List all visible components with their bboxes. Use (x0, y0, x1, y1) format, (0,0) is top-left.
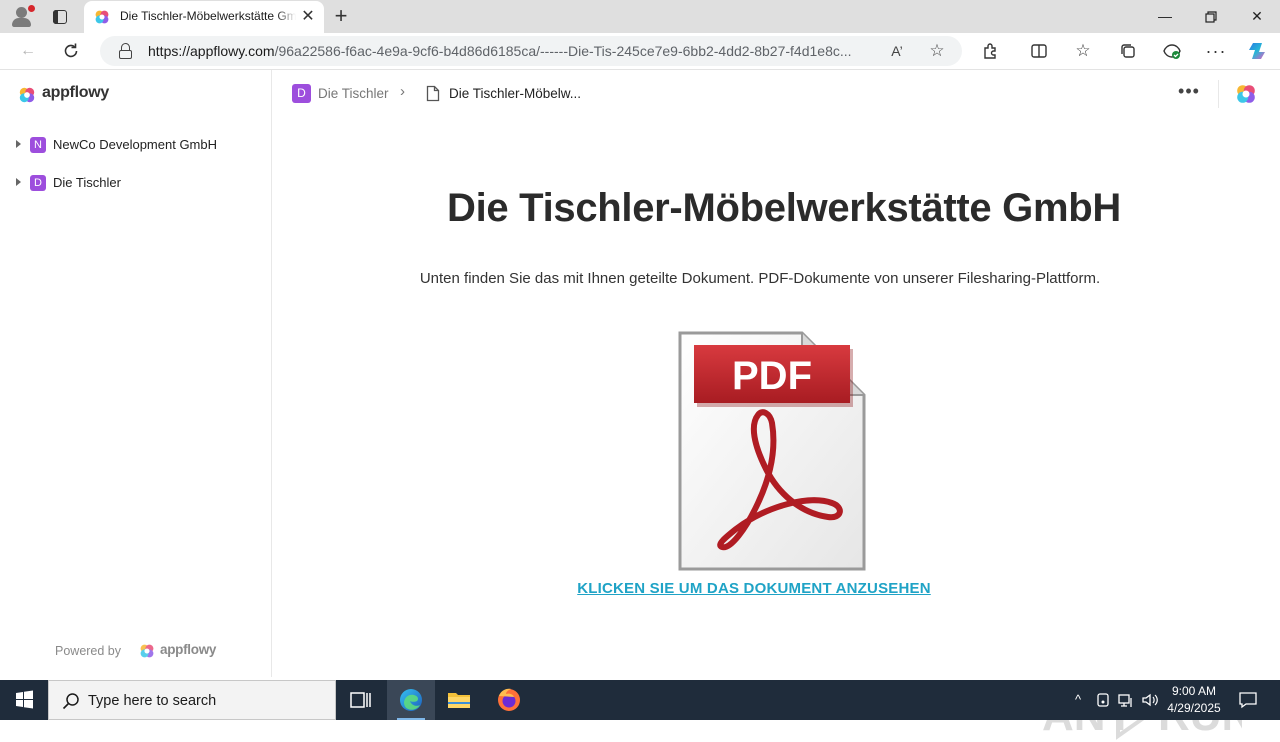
minimize-icon[interactable]: — (1142, 0, 1188, 33)
extensions-icon[interactable] (978, 39, 1004, 63)
clock-time: 9:00 AM (1171, 684, 1217, 698)
workspace-badge: D (30, 175, 46, 191)
clock-date: 4/29/2025 (1167, 701, 1221, 715)
appflowy-logo-text: appflowy (42, 84, 109, 101)
file-explorer-icon[interactable] (435, 680, 483, 720)
page-title: Die Tischler-Möbelwerkstätte GmbH (447, 186, 1121, 230)
sidebar-item-die-tischler[interactable]: D Die Tischler (14, 171, 264, 195)
notifications-icon[interactable] (1238, 690, 1258, 710)
more-options-icon[interactable]: ••• (1172, 81, 1206, 105)
favorites-icon[interactable]: ☆ (1070, 39, 1096, 63)
collections-icon[interactable] (1115, 39, 1141, 63)
appflowy-app: appflowy N NewCo Development GmbH D Die … (4, 70, 1280, 740)
tab-close-icon[interactable]: ✕ (298, 7, 318, 27)
tray-network-device-icon[interactable] (1093, 690, 1113, 710)
restore-icon[interactable] (1188, 0, 1234, 33)
header-divider (1218, 80, 1219, 108)
page-icon (426, 85, 440, 102)
appflowy-logo-icon (19, 87, 35, 103)
tab-title: Die Tischler-Möbelwerkstätte GmbH (120, 9, 296, 25)
refresh-icon[interactable] (58, 39, 84, 63)
settings-more-icon[interactable]: ··· (1203, 39, 1229, 63)
breadcrumb-workspace-badge[interactable]: D (292, 84, 311, 103)
split-screen-icon[interactable] (1026, 39, 1052, 63)
sidebar-item-label: Die Tischler (53, 175, 121, 190)
powered-by-footer[interactable]: Powered by appflowy (55, 642, 235, 660)
tab-actions-icon[interactable] (50, 7, 70, 27)
browser-essentials-icon[interactable] (1159, 39, 1185, 63)
sidebar: appflowy N NewCo Development GmbH D Die … (4, 70, 272, 677)
search-icon (62, 693, 79, 710)
tray-volume-icon[interactable] (1140, 690, 1160, 710)
favorite-star-icon[interactable]: ☆ (926, 40, 948, 62)
browser-toolbar: ← https://appflowy.com/96a22586-f6ac-4e9… (0, 33, 1280, 70)
read-aloud-icon[interactable]: A’ (886, 40, 908, 62)
expand-caret-icon[interactable] (16, 178, 21, 186)
firefox-icon[interactable] (485, 680, 533, 720)
taskbar-clock[interactable]: 9:00 AM 4/29/2025 (1162, 683, 1226, 717)
expand-caret-icon[interactable] (16, 140, 21, 148)
edge-taskbar-icon[interactable] (387, 680, 435, 720)
sidebar-item-newco[interactable]: N NewCo Development GmbH (14, 133, 264, 157)
copilot-icon[interactable] (1244, 39, 1270, 63)
lock-icon[interactable] (118, 43, 134, 59)
url-text[interactable]: https://appflowy.com/96a22586-f6ac-4e9a-… (148, 43, 874, 59)
windows-start-icon[interactable] (0, 680, 48, 720)
chevron-right-icon: › (400, 83, 405, 100)
address-bar[interactable]: https://appflowy.com/96a22586-f6ac-4e9a-… (100, 36, 962, 66)
appflowy-logo-icon[interactable] (1235, 83, 1257, 105)
powered-by-logo-text: appflowy (160, 642, 217, 657)
back-icon[interactable]: ← (15, 39, 41, 63)
appflowy-logo-icon (140, 644, 154, 658)
sidebar-item-label: NewCo Development GmbH (53, 137, 218, 152)
tray-chevron-up-icon[interactable]: ^ (1068, 690, 1088, 710)
url-path: /96a22586-f6ac-4e9a-9cf6-b4d86d6185ca/--… (274, 43, 852, 59)
close-window-icon[interactable]: ✕ (1234, 0, 1280, 33)
task-view-icon[interactable] (336, 680, 384, 720)
appflowy-favicon-icon (95, 10, 109, 24)
powered-by-text: Powered by (55, 644, 122, 658)
workspace-badge: N (30, 137, 46, 153)
profile-icon[interactable] (10, 5, 35, 29)
pdf-document-image[interactable]: PDF (678, 331, 868, 571)
breadcrumb-current[interactable]: Die Tischler-Möbelw... (449, 86, 581, 101)
new-tab-icon[interactable]: + (330, 5, 352, 27)
appflowy-logo[interactable]: appflowy (18, 84, 148, 104)
tray-network-icon[interactable] (1116, 690, 1136, 710)
search-placeholder: Type here to search (88, 693, 217, 709)
pdf-label: PDF (732, 354, 812, 398)
browser-tab-active[interactable]: Die Tischler-Möbelwerkstätte GmbH ✕ (84, 1, 324, 33)
document-view: D Die Tischler › Die Tischler-Möbelw... … (272, 70, 1280, 677)
url-domain: https://appflowy.com (148, 43, 275, 59)
document-subtitle: Unten finden Sie das mit Ihnen geteilte … (419, 270, 1101, 287)
breadcrumb-parent[interactable]: Die Tischler (318, 86, 389, 101)
windows-taskbar: Type here to search ^ 9:00 AM 4/29/2025 (0, 680, 1280, 720)
taskbar-search-box[interactable]: Type here to search (48, 680, 336, 720)
browser-titlebar: Die Tischler-Möbelwerkstätte GmbH ✕ + — … (0, 0, 1280, 33)
view-document-link[interactable]: KLICKEN SIE UM DAS DOKUMENT ANZUSEHEN (272, 580, 1236, 597)
